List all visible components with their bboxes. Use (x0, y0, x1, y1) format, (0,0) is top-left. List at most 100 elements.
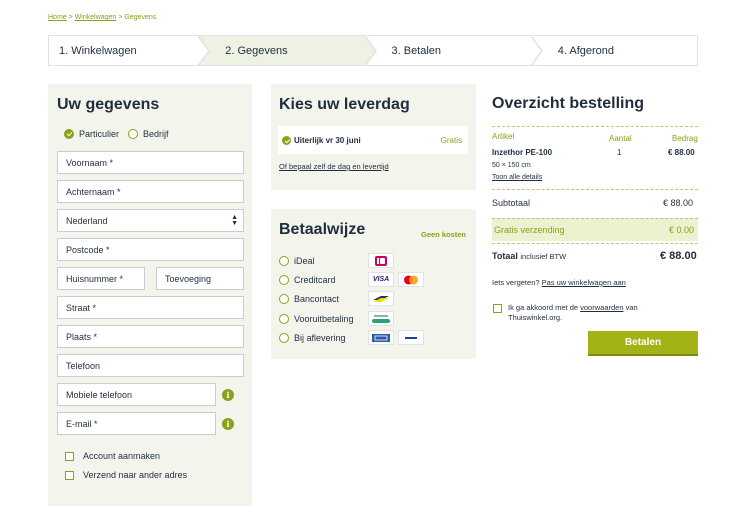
visa-logo-icon: VISA (368, 272, 394, 287)
country-select[interactable]: Nederland ▲ ▼ (57, 209, 244, 232)
prepay-logo-icon (368, 311, 394, 326)
firstname-input[interactable]: Voornaam * (57, 151, 244, 174)
phone-input[interactable]: Telefoon (57, 354, 244, 377)
step-details: 2. Gegevens (198, 35, 377, 67)
postcode-input[interactable]: Postcode * (57, 238, 244, 261)
bancontact-logo-icon (368, 291, 394, 306)
cod-logo-icon (368, 330, 394, 345)
postnl-logo-icon (398, 330, 424, 345)
details-title: Uw gegevens (57, 96, 160, 113)
breadcrumb-separator: > (68, 14, 73, 21)
payment-radio[interactable] (279, 314, 289, 324)
city-input[interactable]: Plaats * (57, 325, 244, 348)
info-icon[interactable]: i (222, 389, 234, 401)
payment-option-ideal[interactable]: iDeal (279, 256, 315, 266)
radio-private[interactable] (64, 129, 74, 139)
step-label: 4. Afgerond (557, 44, 615, 57)
radio-business-label: Bedrijf (143, 129, 169, 139)
product-qty: 1 (617, 148, 622, 157)
create-account-checkbox[interactable] (65, 451, 74, 461)
breadcrumb-separator: > (118, 14, 123, 21)
payment-title: Betaalwijze (279, 221, 366, 238)
step-payment: 3. Betalen (364, 35, 543, 67)
radio-business[interactable] (128, 129, 139, 139)
payment-radio[interactable] (279, 333, 289, 343)
addition-input[interactable]: Toevoeging (156, 267, 244, 290)
payment-label: Bancontact (294, 294, 340, 304)
step-arrow (529, 35, 543, 67)
total-row: Totaal inclusief BTW (492, 251, 566, 261)
create-account-row: Account aanmaken (65, 451, 160, 461)
radio-private-label: Particulier (79, 129, 120, 139)
step-label: 2. Gegevens (225, 44, 288, 57)
subtotal-label: Subtotaal (492, 198, 531, 208)
payment-label: iDeal (294, 256, 315, 266)
select-updown-icon: ▲ ▼ (231, 214, 238, 227)
terms-pre: Ik ga akkoord met de (508, 303, 579, 312)
payment-label: Vooruitbetaling (294, 314, 354, 324)
product-price: € 88.00 (668, 148, 695, 157)
shipping-value: € 0.00 (669, 225, 695, 235)
payment-label: Bij aflevering (294, 333, 346, 343)
breadcrumb-current: Gegevens (124, 14, 157, 21)
divider (492, 126, 698, 127)
email-input[interactable]: E-mail * (57, 412, 216, 435)
forgot-row: Iets vergeten? Pas uw winkelwagen aan (492, 278, 626, 287)
overview-title: Overzicht bestelling (492, 95, 645, 112)
step-arrow (363, 35, 377, 67)
edit-cart-link[interactable]: Pas uw winkelwagen aan (542, 278, 626, 287)
mastercard-logo-icon (398, 272, 424, 287)
payment-option-bancontact[interactable]: Bancontact (279, 294, 339, 304)
divider (492, 243, 698, 244)
delivery-option-price: Gratis (440, 135, 462, 145)
terms-link[interactable]: voorwaarden (580, 303, 623, 312)
street-input[interactable]: Straat * (57, 296, 244, 319)
terms-checkbox[interactable] (493, 304, 502, 313)
payment-radio[interactable] (279, 294, 289, 304)
divider (492, 218, 698, 219)
delivery-title: Kies uw leverdag (279, 96, 410, 113)
step-label: 3. Betalen (391, 44, 442, 57)
delivery-option[interactable]: Uiterlijk vr 30 juni Gratis (278, 126, 468, 154)
step-cart[interactable]: 1. Winkelwagen (49, 35, 211, 67)
breadcrumb: Home > Winkelwagen > Gegevens (48, 14, 156, 21)
details-panel (48, 84, 252, 506)
mobile-input[interactable]: Mobiele telefoon (57, 383, 216, 406)
payment-radio[interactable] (279, 256, 289, 266)
pay-button[interactable]: Betalen (588, 331, 698, 356)
total-label: Totaal (492, 251, 518, 261)
payment-radio[interactable] (279, 275, 289, 285)
step-done: 4. Afgerond (530, 36, 697, 65)
ship-other-row: Verzend naar ander adres (65, 470, 187, 480)
forgot-text: Iets vergeten? (492, 278, 540, 287)
delivery-check-icon (282, 135, 291, 145)
no-costs-label: Geen kosten (421, 230, 467, 239)
breadcrumb-cart[interactable]: Winkelwagen (75, 14, 117, 21)
country-select-value: Nederland (66, 215, 108, 226)
shipping-label: Gratis verzending (494, 225, 565, 235)
details-link[interactable]: Toon alle details (492, 174, 542, 181)
delivery-option-label: Uiterlijk vr 30 juni (294, 135, 361, 145)
ideal-logo-icon (368, 253, 394, 268)
checkout-steps: 1. Winkelwagen 2. Gegevens 3. Betalen 4.… (48, 35, 698, 67)
product-name: Inzethor PE-100 (492, 148, 553, 157)
housenumber-input[interactable]: Huisnummer * (57, 267, 145, 290)
payment-option-cod[interactable]: Bij aflevering (279, 333, 346, 343)
divider (492, 189, 698, 190)
create-account-label: Account aanmaken (83, 451, 161, 461)
col-qty: Aantal (609, 134, 632, 143)
ship-other-checkbox[interactable] (65, 470, 74, 480)
lastname-input[interactable]: Achternaam * (57, 180, 244, 203)
info-icon[interactable]: i (222, 418, 234, 430)
ship-other-label: Verzend naar ander adres (83, 470, 188, 480)
col-article: Artikel (492, 132, 515, 141)
custom-delivery-link[interactable]: Of bepaal zelf de dag en levertijd (279, 162, 389, 171)
customer-type: Particulier Bedrijf (64, 129, 169, 139)
subtotal-value: € 88.00 (663, 198, 694, 208)
step-arrow (197, 35, 211, 67)
total-value: € 88.00 (660, 250, 697, 262)
payment-option-creditcard[interactable]: Creditcard (279, 275, 336, 285)
payment-label: Creditcard (294, 275, 336, 285)
breadcrumb-home[interactable]: Home (48, 14, 67, 21)
payment-option-prepay[interactable]: Vooruitbetaling (279, 314, 354, 324)
